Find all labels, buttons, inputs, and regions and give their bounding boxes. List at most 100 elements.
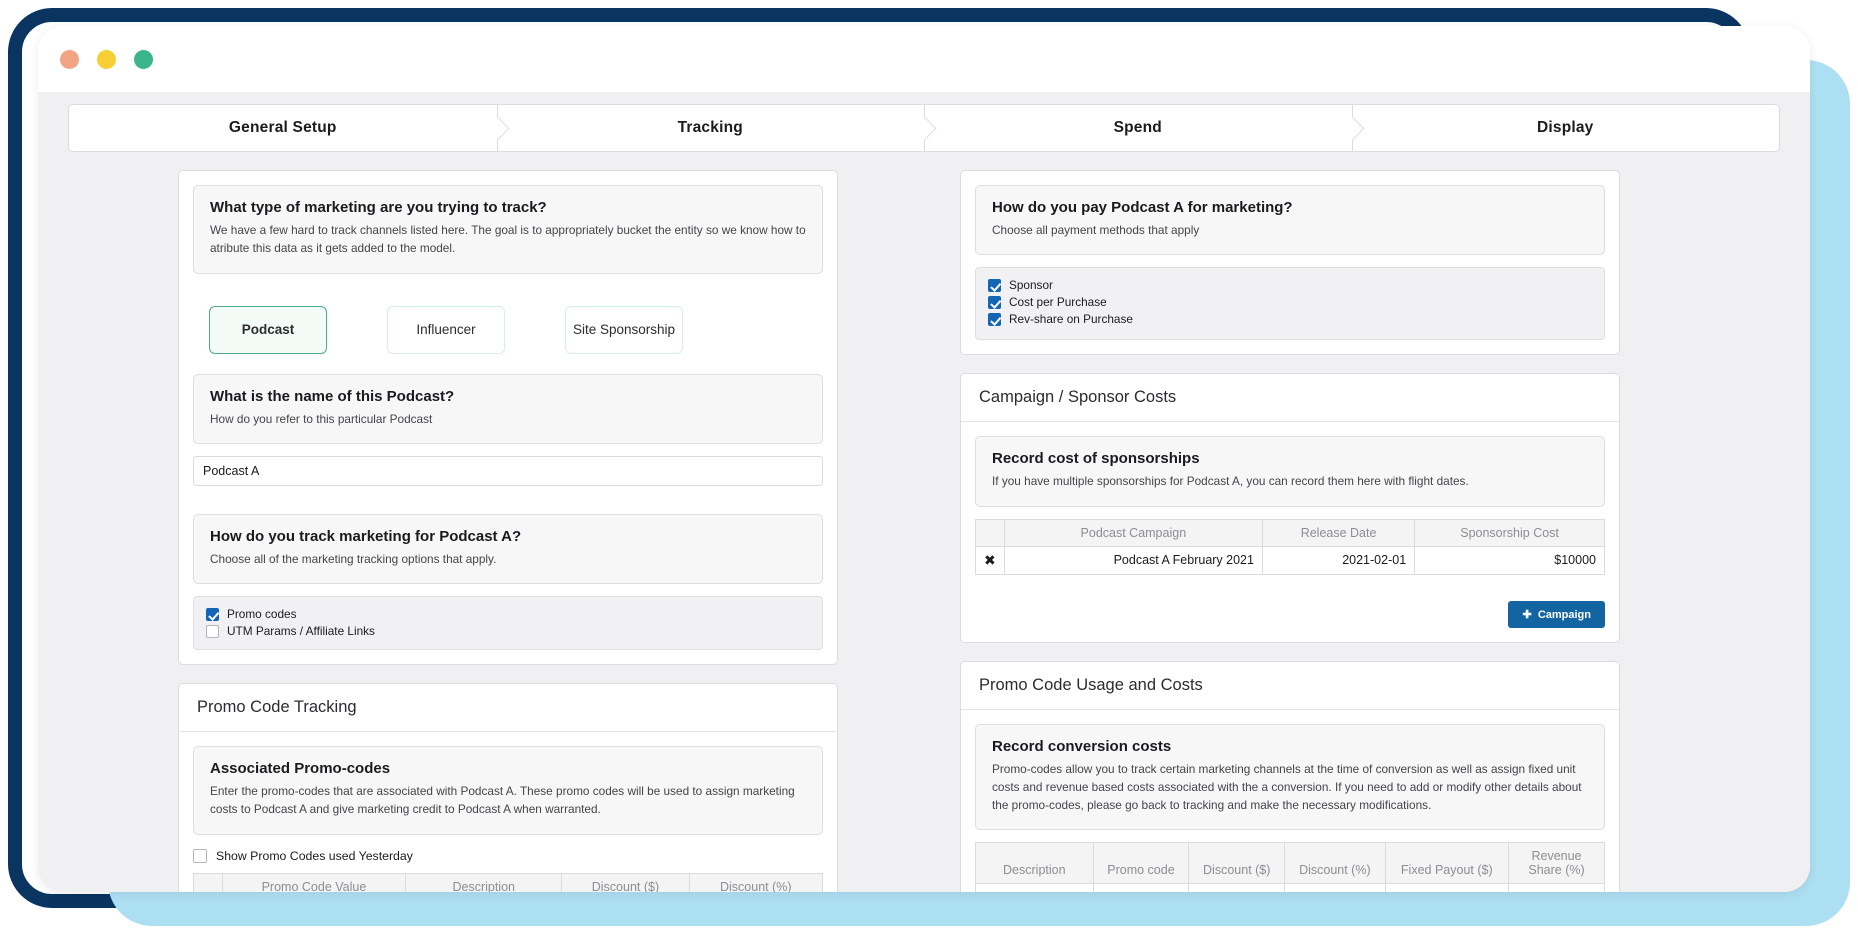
tab-label: Display: [1536, 119, 1594, 136]
podcast-name-body: What is the name of this Podcast? How do…: [179, 373, 837, 500]
col-promo-code-value: Promo Code Value: [221, 872, 407, 892]
table-header-row: Podcast Campaign Release Date Sponsorshi…: [975, 518, 1605, 547]
choice-label: Site Sponsorship: [572, 322, 676, 338]
payment-methods-body: How do you pay Podcast A for marketing? …: [961, 171, 1619, 354]
tab-general-setup[interactable]: General Setup: [69, 105, 510, 151]
cell-revenue-share[interactable]: 2%: [1508, 883, 1605, 892]
step-tabbar: General Setup Tracking Spend Display: [68, 104, 1780, 152]
tab-tracking[interactable]: Tracking: [496, 105, 937, 151]
checkbox-icon[interactable]: [988, 278, 1001, 292]
associated-promo-codes-infobox: Associated Promo-codes Enter the promo-c…: [193, 746, 823, 835]
marketing-type-choices: Podcast Influencer Site Sponsorship: [179, 288, 837, 374]
col-discount-pct: Discount (%): [1284, 842, 1386, 885]
payment-option-cost-per-purchase[interactable]: Cost per Purchase: [988, 294, 1592, 310]
promo-code-usage-header: Promo Code Usage and Costs: [961, 662, 1619, 710]
associated-promo-codes-description: Enter the promo-codes that are associate…: [210, 784, 795, 817]
campaign-sponsor-costs-header: Campaign / Sponsor Costs: [961, 374, 1619, 423]
payment-option-label: Cost per Purchase: [1009, 295, 1107, 310]
add-campaign-label: Campaign: [1537, 608, 1591, 621]
podcast-name-input[interactable]: [193, 455, 823, 486]
cell-release-date[interactable]: 2021-02-01: [1261, 545, 1416, 575]
payment-option-sponsor[interactable]: Sponsor: [988, 277, 1592, 293]
app-window: General Setup Tracking Spend Display Wha…: [38, 26, 1810, 892]
cell-sponsorship-cost[interactable]: $10000: [1414, 545, 1605, 575]
choice-podcast[interactable]: Podcast: [209, 305, 327, 354]
maximize-window-button[interactable]: [134, 49, 153, 69]
tab-label: Tracking: [677, 119, 743, 136]
promo-codes-table: Promo Code Value Description Discount ($…: [193, 872, 824, 892]
promo-code-tracking-header: Promo Code Tracking: [179, 684, 837, 733]
right-column: How do you pay Podcast A for marketing? …: [960, 170, 1620, 892]
marketing-type-body: What type of marketing are you trying to…: [179, 171, 837, 288]
checkbox-icon[interactable]: [193, 848, 207, 863]
cell-discount-dollar: $10: [1188, 883, 1286, 892]
tab-spend[interactable]: Spend: [924, 105, 1365, 151]
associated-promo-codes-title: Associated Promo-codes: [210, 760, 391, 778]
marketing-type-description: We have a few hard to track channels lis…: [210, 223, 806, 256]
col-revenue-share: Revenue Share (%): [1508, 842, 1605, 885]
tracking-option-label: Promo codes: [227, 607, 297, 622]
app-body: General Setup Tracking Spend Display Wha…: [38, 92, 1810, 892]
choice-site-sponsorship[interactable]: Site Sponsorship: [565, 305, 683, 354]
add-campaign-button[interactable]: ✚ Campaign: [1508, 600, 1605, 628]
tab-label: Spend: [1113, 119, 1162, 136]
payment-methods-card: How do you pay Podcast A for marketing? …: [960, 170, 1620, 356]
promo-code-tracking-body: Associated Promo-codes Enter the promo-c…: [179, 732, 837, 892]
tracking-method-options: Promo codes UTM Params / Affiliate Links: [193, 596, 823, 651]
col-description: Description: [975, 842, 1094, 885]
payment-option-label: Sponsor: [1009, 278, 1053, 293]
col-sponsorship-cost: Sponsorship Cost: [1414, 518, 1605, 547]
col-release-date: Release Date: [1261, 518, 1416, 547]
show-promo-codes-yesterday-label: Show Promo Codes used Yesterday: [216, 848, 413, 863]
col-discount-pct: Discount (%): [688, 872, 824, 892]
tab-label: General Setup: [228, 119, 337, 136]
table-row: Podcast A Offer POD10 $10 2%: [975, 883, 1605, 892]
minimize-window-button[interactable]: [97, 49, 116, 69]
checkbox-icon[interactable]: [988, 295, 1001, 309]
checkbox-icon[interactable]: [206, 624, 219, 638]
payment-option-rev-share[interactable]: Rev-share on Purchase: [988, 311, 1592, 327]
window-titlebar: [38, 26, 1810, 92]
cell-fixed-payout[interactable]: [1384, 883, 1510, 892]
col-discount-dollar: Discount ($): [561, 872, 690, 892]
tracking-method-body: How do you track marketing for Podcast A…: [179, 500, 837, 664]
delete-row-button[interactable]: ✖: [975, 545, 1005, 575]
cell-discount-pct: [1284, 883, 1386, 892]
record-sponsorship-description: If you have multiple sponsorships for Po…: [992, 474, 1469, 489]
cell-podcast-campaign[interactable]: Podcast A February 2021: [1003, 545, 1263, 575]
promo-code-usage-body: Record conversion costs Promo-codes allo…: [961, 710, 1619, 892]
checkbox-icon[interactable]: [988, 312, 1001, 326]
tracking-option-label: UTM Params / Affiliate Links: [227, 624, 375, 639]
payment-methods-infobox: How do you pay Podcast A for marketing? …: [975, 185, 1605, 256]
show-promo-codes-yesterday-row[interactable]: Show Promo Codes used Yesterday: [193, 848, 823, 863]
payment-methods-title: How do you pay Podcast A for marketing?: [992, 199, 1293, 216]
tracking-method-infobox: How do you track marketing for Podcast A…: [193, 513, 823, 585]
podcast-name-description: How do you refer to this particular Podc…: [210, 411, 433, 426]
add-campaign-row: ✚ Campaign: [961, 589, 1619, 642]
record-conversion-costs-infobox: Record conversion costs Promo-codes allo…: [975, 723, 1605, 831]
screenshot-stage: General Setup Tracking Spend Display Wha…: [0, 0, 1858, 935]
col-promo-code: Promo code: [1092, 842, 1190, 885]
checkbox-icon[interactable]: [206, 607, 219, 621]
podcast-name-title: What is the name of this Podcast?: [210, 387, 455, 405]
tracking-method-title: How do you track marketing for Podcast A…: [210, 527, 522, 545]
promo-usage-table: Description Promo code Discount ($) Disc…: [975, 842, 1605, 892]
choice-influencer[interactable]: Influencer: [387, 305, 505, 354]
close-window-button[interactable]: [60, 49, 79, 69]
campaign-costs-table: Podcast Campaign Release Date Sponsorshi…: [975, 518, 1605, 575]
left-column: What type of marketing are you trying to…: [178, 170, 838, 892]
content-columns: What type of marketing are you trying to…: [38, 152, 1810, 892]
table-blank-header: [975, 518, 1005, 547]
record-conversion-costs-description: Promo-codes allow you to track certain m…: [992, 761, 1582, 813]
tracking-option-utm-params[interactable]: UTM Params / Affiliate Links: [206, 623, 810, 639]
campaign-sponsor-costs-body: Record cost of sponsorships If you have …: [961, 422, 1619, 588]
table-row: ✖ Podcast A February 2021 2021-02-01 $10…: [975, 545, 1605, 575]
tracking-option-promo-codes[interactable]: Promo codes: [206, 606, 810, 622]
col-fixed-payout: Fixed Payout ($): [1384, 842, 1510, 885]
record-sponsorship-title: Record cost of sponsorships: [992, 450, 1200, 468]
choice-label: Influencer: [416, 322, 476, 338]
promo-code-usage-card: Promo Code Usage and Costs Record conver…: [960, 660, 1620, 892]
cell-promo-code: POD10: [1092, 883, 1190, 892]
tab-display[interactable]: Display: [1351, 105, 1779, 151]
payment-option-label: Rev-share on Purchase: [1009, 312, 1133, 327]
